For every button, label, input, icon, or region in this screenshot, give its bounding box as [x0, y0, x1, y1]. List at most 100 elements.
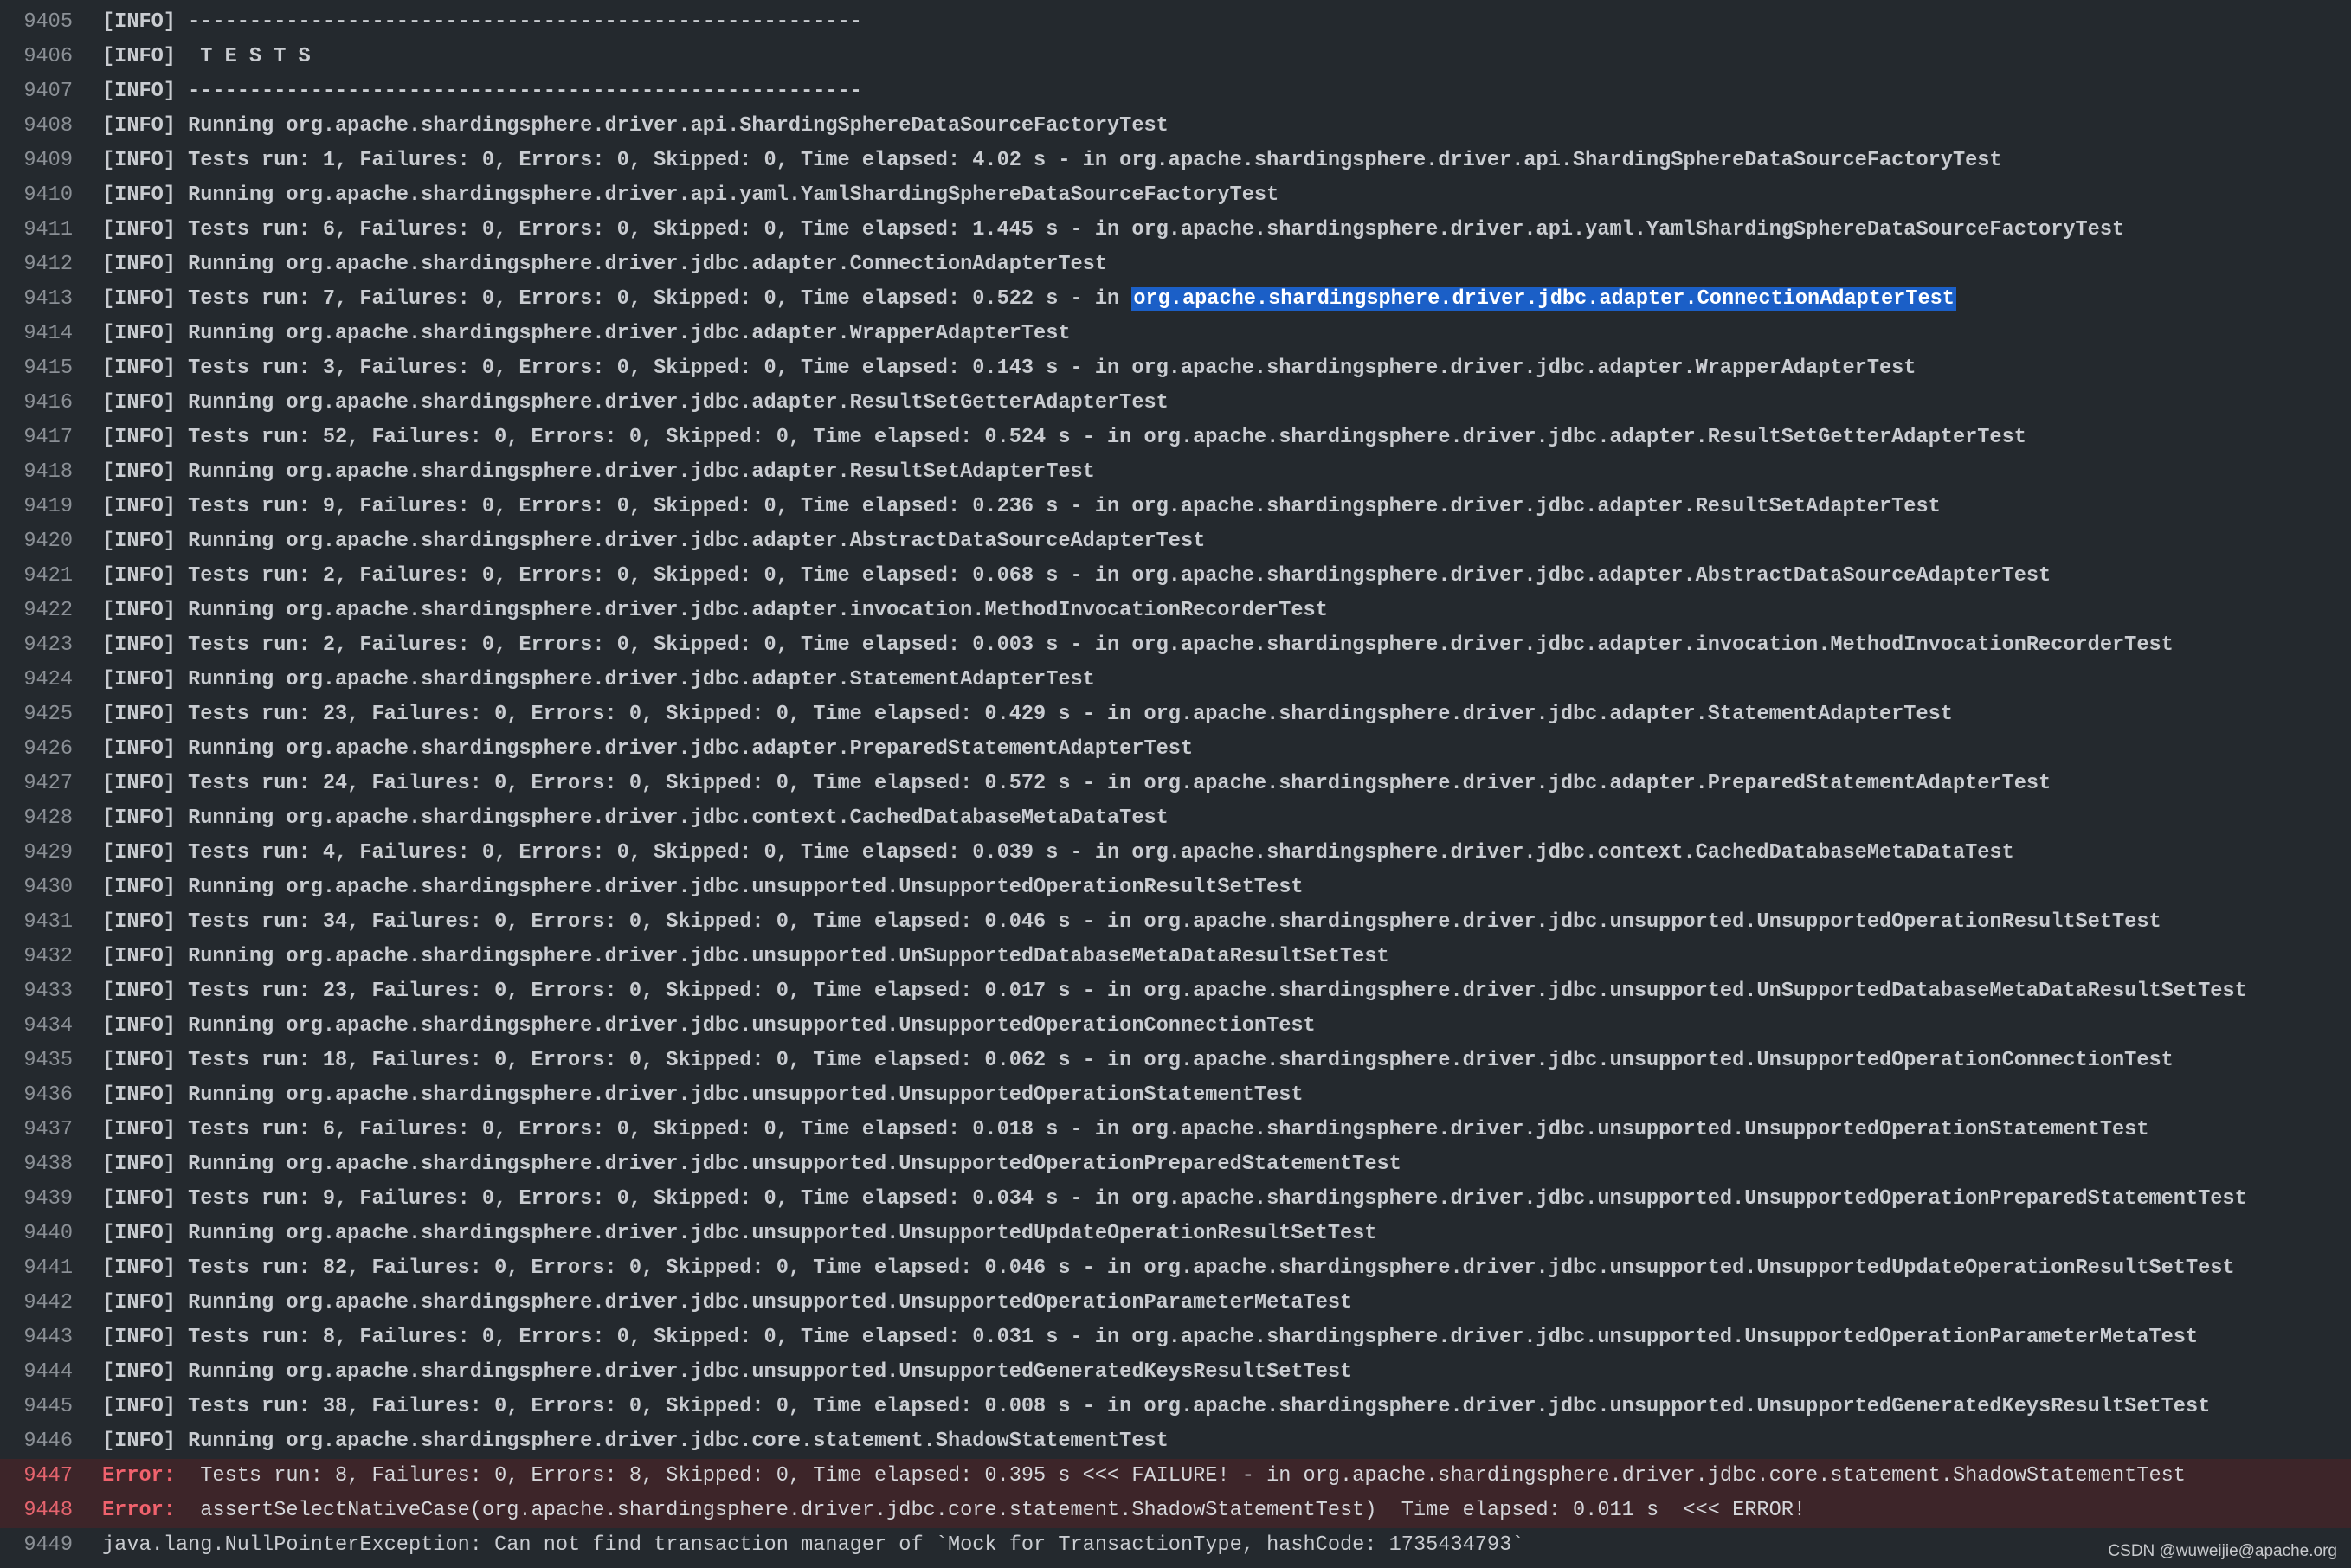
line-content: [INFO] T E S T S: [102, 40, 311, 74]
log-line: 9408 [INFO] Running org.apache.shardingsp…: [0, 109, 2351, 144]
log-line: 9418 [INFO] Running org.apache.shardingsp…: [0, 455, 2351, 490]
log-line: 9409 [INFO] Tests run: 1, Failures: 0, Er…: [0, 144, 2351, 178]
log-line: 9421 [INFO] Tests run: 2, Failures: 0, Er…: [0, 559, 2351, 594]
line-content: [INFO] Running org.apache.shardingsphere…: [102, 317, 1071, 351]
log-line: 9440 [INFO] Running org.apache.shardingsp…: [0, 1217, 2351, 1251]
line-content: [INFO] Running org.apache.shardingsphere…: [102, 1009, 1316, 1044]
line-content: [INFO] Tests run: 82, Failures: 0, Error…: [102, 1251, 2235, 1286]
line-number: 9410: [23, 183, 73, 207]
line-number: 9436: [23, 1083, 73, 1107]
line-number: 9440: [23, 1222, 73, 1245]
line-content: Error: Tests run: 8, Failures: 0, Errors…: [102, 1459, 2186, 1494]
line-text: [INFO] Tests run: 24, Failures: 0, Error…: [102, 772, 2051, 795]
line-content: [INFO] Running org.apache.shardingsphere…: [102, 1286, 1352, 1321]
log-line: 9411 [INFO] Tests run: 6, Failures: 0, Er…: [0, 213, 2351, 247]
line-number: 9423: [23, 633, 73, 657]
line-number: 9449: [23, 1533, 73, 1557]
log-line: 9442 [INFO] Running org.apache.shardingsp…: [0, 1286, 2351, 1321]
line-content: [INFO] Tests run: 6, Failures: 0, Errors…: [102, 1113, 2148, 1147]
line-content: [INFO] Running org.apache.shardingsphere…: [102, 386, 1169, 421]
line-text: [INFO] Tests run: 38, Failures: 0, Error…: [102, 1395, 2211, 1418]
line-text: [INFO] Tests run: 9, Failures: 0, Errors…: [102, 495, 1941, 518]
line-text: [INFO] Running org.apache.shardingsphere…: [102, 322, 1071, 345]
log-line: 9433 [INFO] Tests run: 23, Failures: 0, E…: [0, 974, 2351, 1009]
line-number: 9421: [23, 564, 73, 588]
log-line: 9441 [INFO] Tests run: 82, Failures: 0, E…: [0, 1251, 2351, 1286]
line-number: 9412: [23, 253, 73, 276]
line-number: 9427: [23, 772, 73, 795]
line-content: [INFO] Tests run: 4, Failures: 0, Errors…: [102, 836, 2014, 871]
log-line: 9413 [INFO] Tests run: 7, Failures: 0, Er…: [0, 282, 2351, 317]
line-content: [INFO] Tests run: 3, Failures: 0, Errors…: [102, 351, 1916, 386]
line-text: [INFO] Running org.apache.shardingsphere…: [102, 1360, 1353, 1384]
line-content: [INFO] Tests run: 18, Failures: 0, Error…: [102, 1044, 2174, 1078]
line-text: [INFO] Tests run: 3, Failures: 0, Errors…: [102, 357, 1916, 380]
console-log[interactable]: 9405 [INFO] -----------------------------…: [0, 5, 2351, 1563]
line-content: [INFO] Running org.apache.shardingsphere…: [102, 663, 1095, 697]
line-number: 9438: [23, 1153, 73, 1176]
log-line: 9434 [INFO] Running org.apache.shardingsp…: [0, 1009, 2351, 1044]
line-content: [INFO] Tests run: 24, Failures: 0, Error…: [102, 767, 2051, 801]
line-text: [INFO] Running org.apache.shardingsphere…: [102, 1153, 1401, 1176]
line-number: 9441: [23, 1256, 73, 1280]
line-text: [INFO] Running org.apache.shardingsphere…: [102, 253, 1108, 276]
line-text: [INFO] Running org.apache.shardingsphere…: [102, 668, 1095, 691]
line-text: [INFO] Tests run: 34, Failures: 0, Error…: [102, 910, 2161, 934]
line-content: java.lang.NullPointerException: Can not …: [102, 1528, 1523, 1563]
log-line: 9429 [INFO] Tests run: 4, Failures: 0, Er…: [0, 836, 2351, 871]
line-content: [INFO] Running org.apache.shardingsphere…: [102, 1078, 1304, 1113]
line-number: 9425: [23, 703, 73, 726]
line-number: 9407: [23, 80, 73, 103]
line-content: [INFO] Running org.apache.shardingsphere…: [102, 524, 1205, 559]
line-number: 9431: [23, 910, 73, 934]
log-line: 9412 [INFO] Running org.apache.shardingsp…: [0, 247, 2351, 282]
line-text: [INFO] Running org.apache.shardingsphere…: [102, 391, 1169, 414]
line-text: [INFO] Tests run: 82, Failures: 0, Error…: [102, 1256, 2235, 1280]
line-text: [INFO] Running org.apache.shardingsphere…: [102, 114, 1169, 138]
line-number: 9420: [23, 530, 73, 553]
line-text: [INFO] Running org.apache.shardingsphere…: [102, 945, 1389, 968]
line-text: [INFO] Tests run: 2, Failures: 0, Errors…: [102, 564, 2051, 588]
line-content: Error: assertSelectNativeCase(org.apache…: [102, 1494, 1806, 1528]
log-line: 9405 [INFO] -----------------------------…: [0, 5, 2351, 40]
line-content: [INFO] Running org.apache.shardingsphere…: [102, 871, 1304, 905]
line-content: [INFO] Running org.apache.shardingsphere…: [102, 1355, 1352, 1390]
line-number: 9443: [23, 1326, 73, 1349]
log-line: 9425 [INFO] Tests run: 23, Failures: 0, E…: [0, 697, 2351, 732]
line-number: 9411: [23, 218, 73, 241]
line-text: [INFO] Tests run: 4, Failures: 0, Errors…: [102, 841, 2014, 864]
line-content: [INFO] Tests run: 23, Failures: 0, Error…: [102, 974, 2247, 1009]
line-content: [INFO] Tests run: 9, Failures: 0, Errors…: [102, 490, 1941, 524]
line-text: [INFO] Tests run: 9, Failures: 0, Errors…: [102, 1187, 2247, 1211]
log-line: 9436 [INFO] Running org.apache.shardingsp…: [0, 1078, 2351, 1113]
log-line: 9416 [INFO] Running org.apache.shardingsp…: [0, 386, 2351, 421]
line-text: java.lang.NullPointerException: Can not …: [102, 1533, 1524, 1557]
line-text: [INFO] Tests run: 23, Failures: 0, Error…: [102, 703, 1953, 726]
line-text: [INFO] Running org.apache.shardingsphere…: [102, 1083, 1304, 1107]
line-number: 9418: [23, 460, 73, 484]
selected-text[interactable]: org.apache.shardingsphere.driver.jdbc.ad…: [1131, 287, 1956, 311]
log-line: 9449 java.lang.NullPointerException: Can …: [0, 1528, 2351, 1563]
line-text: [INFO] Running org.apache.shardingsphere…: [102, 183, 1279, 207]
log-line: 9417 [INFO] Tests run: 52, Failures: 0, E…: [0, 421, 2351, 455]
line-number: 9428: [23, 806, 73, 830]
log-line: 9407 [INFO] -----------------------------…: [0, 74, 2351, 109]
line-number: 9414: [23, 322, 73, 345]
log-line: 9420 [INFO] Running org.apache.shardingsp…: [0, 524, 2351, 559]
line-content: [INFO] Running org.apache.shardingsphere…: [102, 940, 1389, 974]
line-content: [INFO] Tests run: 34, Failures: 0, Error…: [102, 905, 2161, 940]
log-line: 9426 [INFO] Running org.apache.shardingsp…: [0, 732, 2351, 767]
log-line: 9437 [INFO] Tests run: 6, Failures: 0, Er…: [0, 1113, 2351, 1147]
line-number: 9434: [23, 1014, 73, 1038]
line-number: 9430: [23, 876, 73, 899]
line-text: [INFO] Running org.apache.shardingsphere…: [102, 1222, 1377, 1245]
line-text: [INFO] Running org.apache.shardingsphere…: [102, 460, 1095, 484]
line-content: [INFO] Running org.apache.shardingsphere…: [102, 178, 1279, 213]
line-number: 9426: [23, 737, 73, 761]
line-text: [INFO] Running org.apache.shardingsphere…: [102, 737, 1194, 761]
line-content: [INFO] Running org.apache.shardingsphere…: [102, 455, 1095, 490]
line-text: assertSelectNativeCase(org.apache.shardi…: [175, 1499, 1807, 1522]
line-text: [INFO] ---------------------------------…: [102, 80, 862, 103]
line-content: [INFO] Tests run: 8, Failures: 0, Errors…: [102, 1321, 2198, 1355]
line-number: 9408: [23, 114, 73, 138]
